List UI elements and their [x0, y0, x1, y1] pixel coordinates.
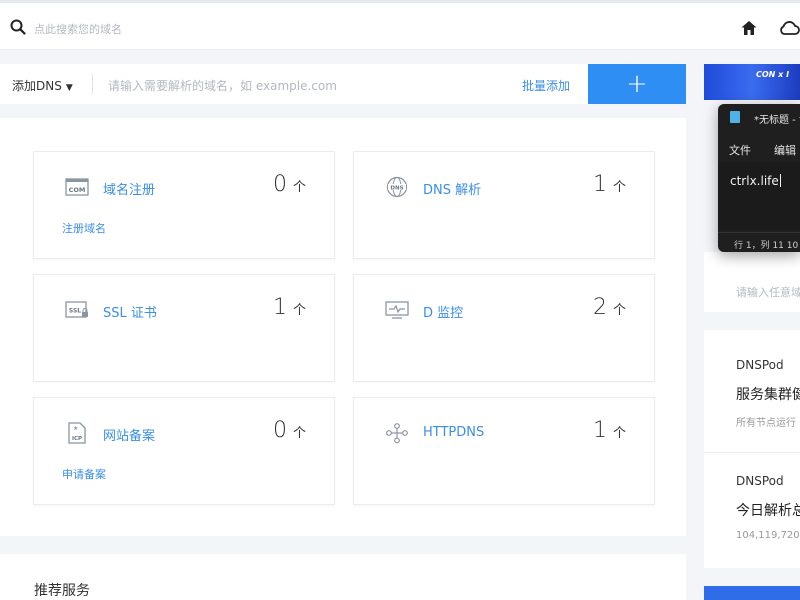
- card-website-filing[interactable]: ★ ICP 网站备案 0个 申请备案: [33, 397, 335, 505]
- news-title[interactable]: 服务集群健: [736, 384, 800, 404]
- com-icon: COM: [65, 178, 89, 196]
- cloud-icon[interactable]: [778, 20, 800, 36]
- news-source: DNSPod: [736, 358, 784, 372]
- news-panel: DNSPod 服务集群健 所有节点运行 DNSPod 今日解析总 104,119…: [704, 330, 800, 568]
- svg-text:DNS: DNS: [390, 185, 403, 191]
- search-input[interactable]: 点此搜索您的域名: [34, 21, 122, 37]
- card-count: 0个: [273, 418, 306, 443]
- register-domain-link[interactable]: 注册域名: [62, 220, 106, 236]
- card-title[interactable]: HTTPDNS: [423, 425, 484, 440]
- svg-text:★: ★: [73, 425, 78, 432]
- add-domain-button[interactable]: +: [588, 64, 686, 104]
- news-subtitle: 104,119,720,3: [736, 530, 800, 541]
- menu-file[interactable]: 文件: [729, 142, 751, 158]
- card-title[interactable]: 域名注册: [103, 179, 155, 198]
- banner-text: CON x I: [756, 70, 790, 79]
- monitor-icon: [385, 301, 409, 319]
- notepad-icon: [730, 111, 740, 123]
- home-icon[interactable]: [740, 19, 758, 37]
- card-title[interactable]: 网站备案: [103, 425, 155, 444]
- news-subtitle: 所有节点运行: [736, 418, 796, 429]
- right-domain-query: 请输入任意域: [704, 252, 800, 312]
- dns-type-select[interactable]: 添加DNS ▼: [12, 77, 73, 94]
- count-value: 0: [272, 418, 287, 443]
- count-unit: 个: [292, 426, 306, 441]
- domain-query-input[interactable]: 请输入任意域: [736, 284, 800, 300]
- card-d-monitor[interactable]: D 监控 2个: [353, 274, 655, 382]
- divider: [704, 452, 800, 453]
- overview-panel: COM 域名注册 0个 注册域名 DNS DNS 解析 1个 SSL SSL 证…: [0, 118, 686, 536]
- card-ssl-certificate[interactable]: SSL SSL 证书 1个: [33, 274, 335, 382]
- bulk-add-link[interactable]: 批量添加: [522, 77, 570, 94]
- notepad-statusbar: 行 1，列 11 10: [718, 232, 800, 252]
- search-icon[interactable]: [10, 19, 26, 35]
- count-value: 0: [272, 172, 287, 197]
- card-httpdns[interactable]: HTTPDNS 1个: [353, 397, 655, 505]
- news-title[interactable]: 今日解析总: [736, 500, 800, 520]
- count-value: 1: [592, 418, 607, 443]
- text-cursor: [779, 174, 781, 187]
- httpdns-icon: [386, 423, 408, 444]
- svg-text:ICP: ICP: [72, 436, 82, 442]
- apply-filing-link[interactable]: 申请备案: [62, 466, 106, 482]
- svg-text:SSL: SSL: [69, 308, 81, 315]
- notepad-menubar: 文件 编辑: [718, 138, 800, 160]
- card-title[interactable]: D 监控: [423, 302, 463, 321]
- domain-input[interactable]: 请输入需要解析的域名，如 example.com: [108, 77, 498, 94]
- card-title[interactable]: DNS 解析: [423, 179, 481, 198]
- card-count: 1个: [593, 172, 626, 197]
- notepad-window[interactable]: *无标题 - 记 文件 编辑 ctrlx.life 行 1，列 11 10: [718, 104, 800, 252]
- cursor-position: 行 1，列 11 10: [734, 241, 799, 251]
- ssl-icon: SSL: [65, 301, 88, 318]
- card-count: 0个: [273, 172, 306, 197]
- count-value: 1: [272, 295, 287, 320]
- count-value: 1: [592, 172, 607, 197]
- divider: [92, 74, 93, 94]
- card-count: 1个: [593, 418, 626, 443]
- count-unit: 个: [292, 180, 306, 195]
- notepad-text-area[interactable]: ctrlx.life: [718, 162, 800, 230]
- promo-banner[interactable]: CON x I: [704, 64, 800, 100]
- notepad-text: ctrlx.life: [730, 174, 781, 188]
- caret-down-icon: ▼: [65, 83, 73, 93]
- dns-type-label: 添加DNS: [12, 79, 62, 93]
- notepad-title: *无标题 - 记: [754, 115, 800, 126]
- card-domain-registration[interactable]: COM 域名注册 0个 注册域名: [33, 151, 335, 259]
- card-dns-resolution[interactable]: DNS DNS 解析 1个: [353, 151, 655, 259]
- recommend-panel: 推荐服务: [0, 554, 686, 600]
- news-source: DNSPod: [736, 474, 784, 488]
- icp-icon: ★ ICP: [68, 422, 86, 444]
- count-unit: 个: [612, 303, 626, 318]
- svg-text:COM: COM: [69, 186, 86, 194]
- count-value: 2: [592, 295, 607, 320]
- card-count: 2个: [593, 295, 626, 320]
- bottom-banner[interactable]: [704, 586, 800, 600]
- recommend-title: 推荐服务: [34, 583, 90, 599]
- dns-icon: DNS: [386, 176, 408, 198]
- count-unit: 个: [612, 426, 626, 441]
- menu-edit[interactable]: 编辑: [774, 142, 796, 158]
- dns-add-bar: 添加DNS ▼ 请输入需要解析的域名，如 example.com 批量添加: [0, 64, 686, 104]
- card-count: 1个: [273, 295, 306, 320]
- notepad-content: ctrlx.life: [730, 174, 779, 188]
- card-title[interactable]: SSL 证书: [103, 302, 157, 321]
- top-search-bar: 点此搜索您的域名: [0, 0, 800, 50]
- notepad-titlebar[interactable]: *无标题 - 记: [718, 104, 800, 130]
- count-unit: 个: [612, 180, 626, 195]
- count-unit: 个: [292, 303, 306, 318]
